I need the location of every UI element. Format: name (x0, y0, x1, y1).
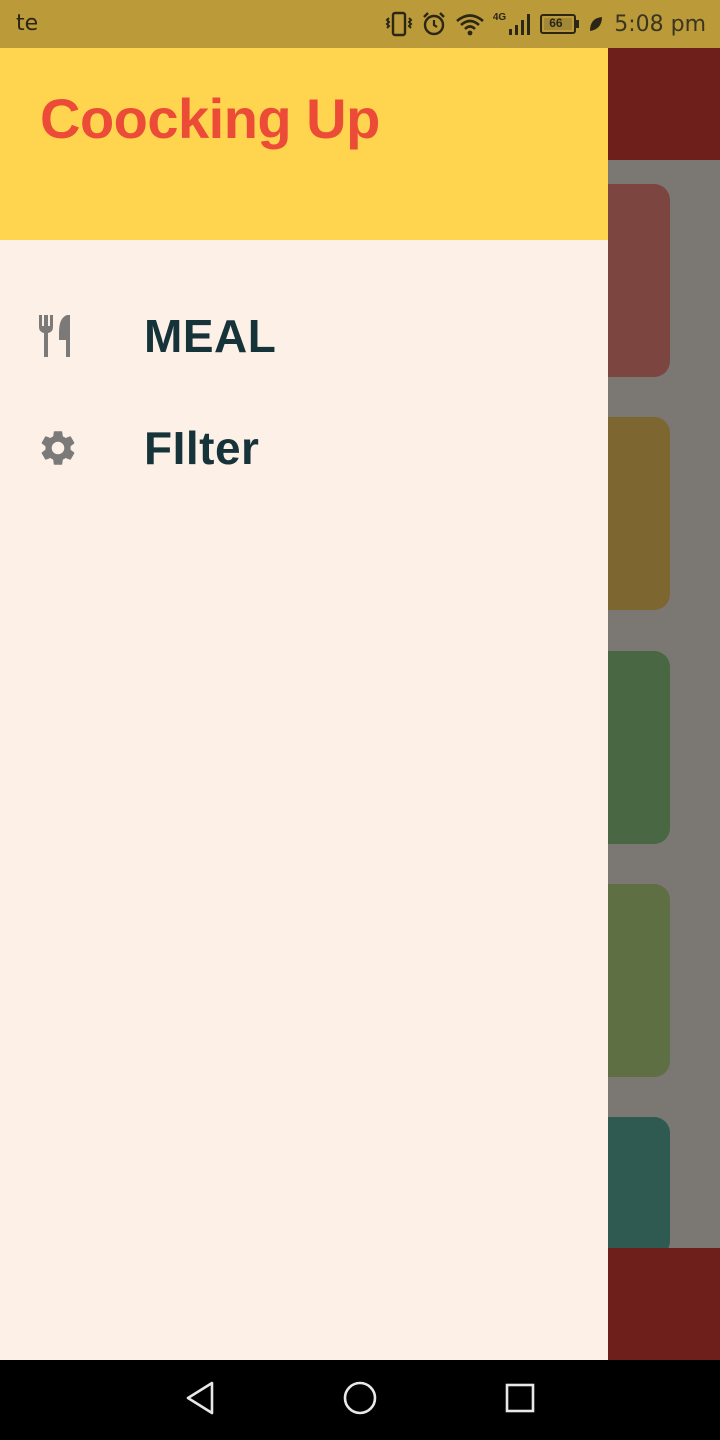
nav-recents-button[interactable] (498, 1378, 542, 1422)
status-bar: te 4G 66 5:08 pm (0, 0, 720, 48)
back-triangle-icon (184, 1380, 216, 1421)
nav-back-button[interactable] (178, 1378, 222, 1422)
screen: te 4G 66 5:08 pm Coocking Up MEAL FIlter (0, 0, 720, 1440)
navigation-drawer: Coocking Up MEAL FIlter (0, 48, 608, 1360)
drawer-item-label: MEAL (144, 310, 277, 362)
status-icons: 4G 66 5:08 pm (385, 8, 706, 40)
carrier-label: te (16, 11, 39, 36)
alarm-icon (421, 11, 447, 37)
drawer-item-filter[interactable]: FIlter (0, 400, 608, 496)
system-navigation-bar (0, 1360, 720, 1440)
restaurant-icon (36, 314, 80, 358)
drawer-header: Coocking Up (0, 48, 608, 240)
status-time: 5:08 pm (614, 11, 706, 37)
battery-icon: 66 (540, 13, 580, 35)
home-circle-icon (342, 1380, 378, 1421)
nav-home-button[interactable] (338, 1378, 382, 1422)
recents-square-icon (504, 1382, 536, 1419)
battery-level-label: 66 (549, 16, 563, 30)
vibrate-icon (385, 11, 413, 37)
signal-icon (508, 12, 532, 36)
network-type-label: 4G (492, 11, 507, 23)
gear-icon (36, 426, 80, 470)
drawer-item-label: FIlter (144, 422, 260, 474)
drawer-item-meal[interactable]: MEAL (0, 288, 608, 384)
wifi-icon (455, 12, 485, 36)
leaf-icon (588, 15, 604, 33)
drawer-title: Coocking Up (40, 87, 380, 150)
